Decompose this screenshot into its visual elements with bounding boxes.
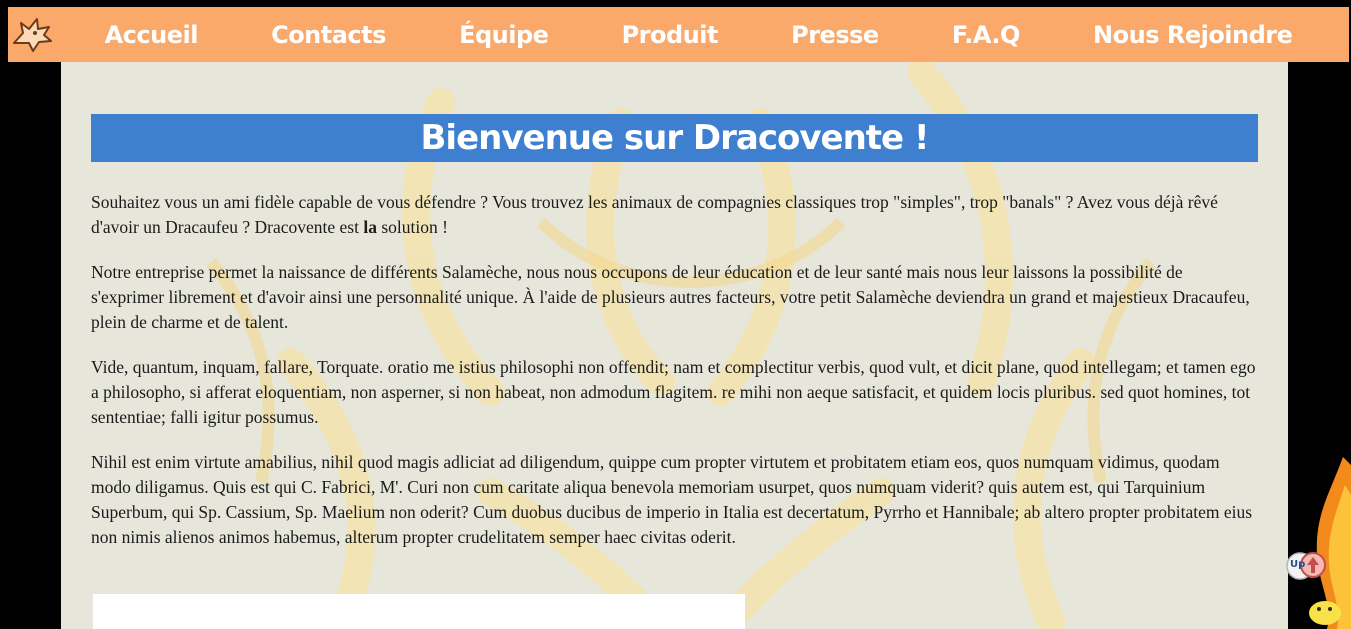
top-navigation-bar: Accueil Contacts Équipe Produit Presse F… (8, 7, 1349, 62)
nav-nous-rejoindre[interactable]: Nous Rejoindre (1093, 21, 1293, 49)
nav-produit[interactable]: Produit (622, 21, 719, 49)
intro-text: Souhaitez vous un ami fidèle capable de … (91, 192, 1218, 237)
paragraph-lorem-2: Nihil est enim virtute amabilius, nihil … (91, 452, 1253, 547)
nav-contacts[interactable]: Contacts (271, 21, 386, 49)
nav-presse[interactable]: Presse (791, 21, 879, 49)
main-content-panel: Bienvenue sur Dracovente ! Souhaitez vou… (61, 62, 1288, 629)
page-title: Bienvenue sur Dracovente ! (420, 118, 930, 158)
nav-faq[interactable]: F.A.Q (952, 21, 1021, 49)
nav-equipe[interactable]: Équipe (459, 21, 549, 49)
paragraph-lorem-1: Vide, quantum, inquam, fallare, Torquate… (91, 357, 1256, 427)
dragon-head-icon[interactable] (10, 13, 54, 57)
scroll-up-button[interactable]: Up (1286, 548, 1326, 586)
flame-decoration (1309, 457, 1351, 629)
welcome-banner: Bienvenue sur Dracovente ! (91, 114, 1258, 162)
nav-accueil[interactable]: Accueil (105, 21, 199, 49)
intro-paragraph: Souhaitez vous un ami fidèle capable de … (91, 190, 1258, 240)
scroll-up-label: Up (1290, 559, 1306, 570)
intro-emphasis: la (363, 217, 377, 237)
paragraph-company: Notre entreprise permet la naissance de … (91, 262, 1250, 332)
media-frame (93, 594, 745, 629)
intro-text-end: solution ! (376, 217, 448, 237)
main-nav: Accueil Contacts Équipe Produit Presse F… (68, 21, 1349, 49)
content-area: Bienvenue sur Dracovente ! Souhaitez vou… (91, 114, 1258, 570)
